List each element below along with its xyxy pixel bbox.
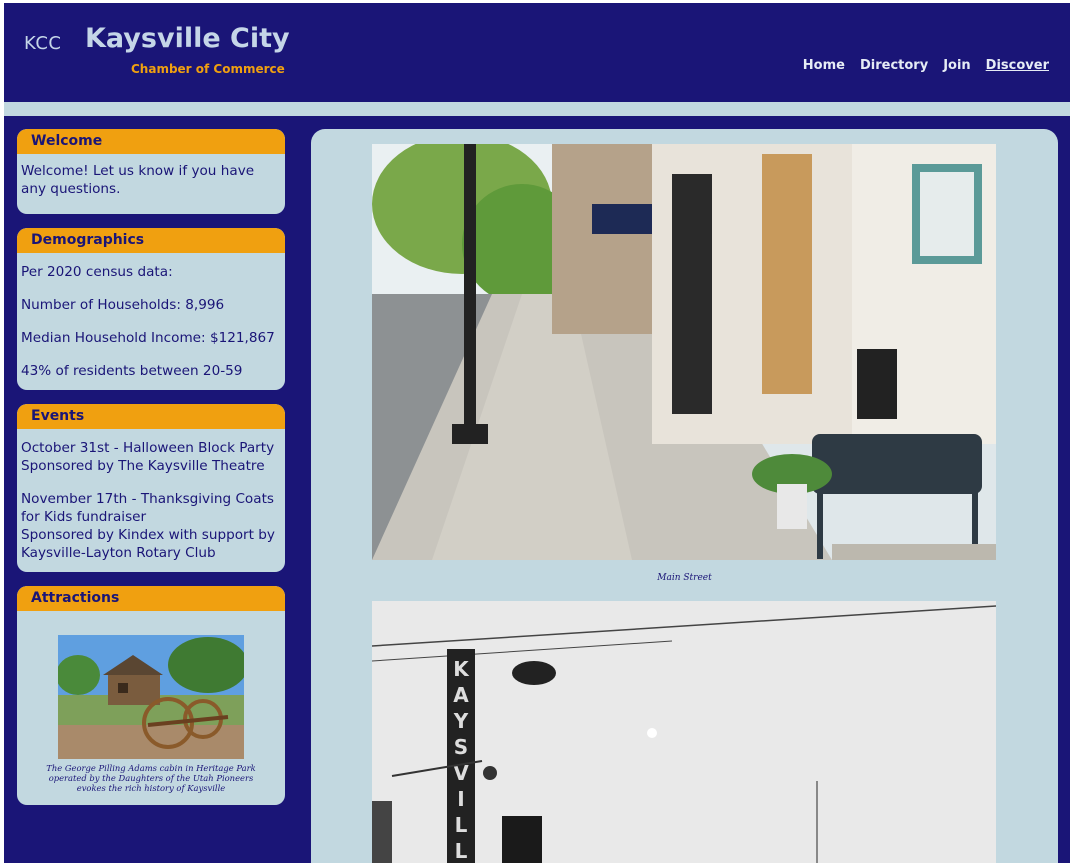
demographics-line: Median Household Income: $121,867 [21,330,275,346]
attractions-caption: The George Pilling Adams cabin in Herita… [46,763,256,793]
sign-letter: Y [453,709,469,733]
sign-letter: L [455,839,468,863]
main-street-caption: Main Street [657,573,712,583]
sidebar: Welcome Welcome! Let us know if you have… [17,129,285,819]
header-band [4,102,1070,116]
attractions-card: Attractions The George Pilling Adams cab… [17,586,285,805]
sign-letter: I [457,787,464,811]
nav-join[interactable]: Join [943,58,970,73]
page: KCC Kaysville City Chamber of Commerce H… [0,0,1072,863]
events-card: Events October 31st - Halloween Block Pa… [17,404,285,572]
sign-letter: K [453,657,470,681]
main-content: Main Street K A Y S V I L L [311,129,1058,863]
sign-letter: S [454,735,468,759]
demographics-line: 43% of residents between 20-59 [21,363,243,379]
heritage-park-cabin-image [58,635,244,759]
welcome-title: Welcome [17,129,285,154]
logo[interactable]: KCC [24,33,61,54]
event-item: November 17th - Thanksgiving Coats for K… [21,491,275,561]
attractions-title: Attractions [17,586,285,611]
main-nav: Home Directory Join Discover [803,58,1049,73]
demographics-line: Per 2020 census data: [21,264,173,280]
demographics-card: Demographics Per 2020 census data: Numbe… [17,228,285,390]
nav-home[interactable]: Home [803,58,845,73]
site-subtitle: Chamber of Commerce [131,62,285,76]
sign-letter: A [453,683,469,707]
site-header: KCC Kaysville City Chamber of Commerce H… [4,3,1070,102]
historic-kaysville-sign-photo: K A Y S V I L L [372,601,996,863]
sign-letter: L [455,813,468,837]
site-title: Kaysville City [85,23,290,54]
main-street-photo [372,144,996,560]
event-item: October 31st - Halloween Block Party Spo… [21,440,275,474]
welcome-text: Welcome! Let us know if you have any que… [21,163,255,197]
nav-discover[interactable]: Discover [986,58,1049,73]
demographics-line: Number of Households: 8,996 [21,297,225,313]
demographics-title: Demographics [17,228,285,253]
welcome-card: Welcome Welcome! Let us know if you have… [17,129,285,214]
events-title: Events [17,404,285,429]
nav-directory[interactable]: Directory [860,58,928,73]
